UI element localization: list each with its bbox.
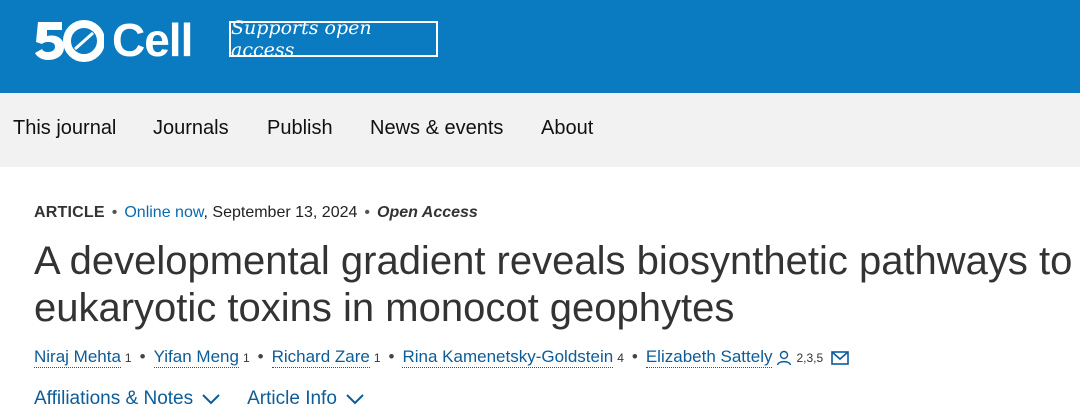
article-type: ARTICLE	[34, 204, 105, 221]
author-affiliation: 1	[373, 351, 381, 365]
title-line-2: eukaryotic toxins in monocot geophytes	[34, 286, 735, 330]
nav-publish[interactable]: Publish	[267, 117, 333, 140]
separator-dot: •	[631, 347, 638, 366]
nav-journals[interactable]: Journals	[153, 117, 229, 140]
anniversary-50-logo	[34, 18, 104, 62]
supports-open-access-badge[interactable]: Supports open access	[229, 17, 438, 61]
author-affiliation: 2,3,5	[796, 351, 824, 365]
chevron-down-icon	[345, 393, 365, 405]
mail-icon[interactable]	[831, 350, 849, 365]
separator-dot: •	[388, 347, 395, 366]
main-nav: This journal Journals Publish News & eve…	[0, 93, 1080, 167]
nav-news-events[interactable]: News & events	[370, 117, 503, 140]
separator-dot: •	[257, 347, 264, 366]
author-affiliation: 1	[124, 351, 132, 365]
author-link[interactable]: Yifan Meng	[153, 347, 239, 368]
author-affiliation: 4	[617, 351, 624, 365]
affiliations-notes-label: Affiliations & Notes	[34, 388, 194, 409]
article-meta: ARTICLE • Online now, September 13, 2024 • O…	[34, 204, 478, 222]
author-link[interactable]: Elizabeth Sattely	[645, 347, 773, 368]
author-link[interactable]: Richard Zare	[271, 347, 370, 368]
title-line-1: A developmental gradient reveals biosynt…	[34, 239, 1073, 283]
open-access-label: Open Access	[377, 204, 478, 221]
article-info-label: Article Info	[247, 388, 337, 409]
nav-this-journal[interactable]: This journal	[13, 117, 116, 140]
online-now-link[interactable]: Online now	[124, 204, 203, 221]
author-link[interactable]: Niraj Mehta	[34, 347, 121, 368]
nav-about[interactable]: About	[541, 117, 593, 140]
chevron-down-icon	[201, 393, 221, 405]
article-title: A developmental gradient reveals biosynt…	[34, 238, 1080, 332]
author-list: Niraj Mehta 1 • Yifan Meng 1 • Richard Zar…	[34, 347, 849, 368]
header-bar: Cell Supports open access	[0, 0, 1080, 93]
separator-dot: •	[111, 204, 118, 221]
logo-text: Cell	[112, 14, 193, 66]
cell-logo[interactable]: Cell	[34, 14, 193, 66]
author-link[interactable]: Rina Kamenetsky-Goldstein	[402, 347, 614, 368]
article-info-toggle[interactable]: Article Info	[247, 388, 365, 410]
separator-dot: •	[364, 204, 371, 221]
article-tools: Affiliations & Notes Article Info	[34, 388, 365, 410]
person-icon[interactable]	[776, 350, 792, 366]
publication-date: , September 13, 2024	[203, 204, 358, 221]
separator-dot: •	[139, 347, 146, 366]
author-affiliation: 1	[242, 351, 250, 365]
affiliations-notes-toggle[interactable]: Affiliations & Notes	[34, 388, 221, 410]
